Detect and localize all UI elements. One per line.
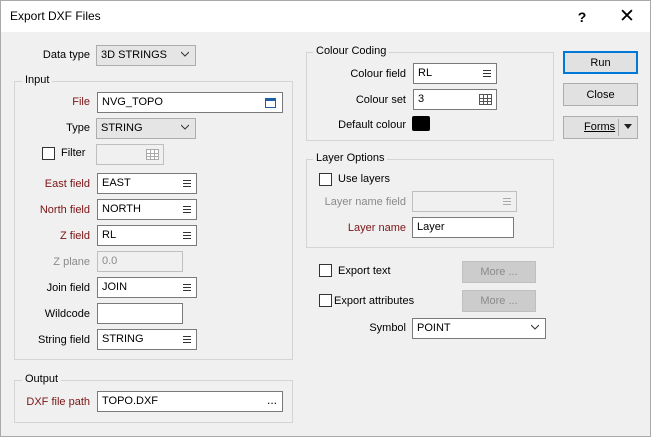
join-field-input[interactable]: JOIN bbox=[97, 277, 197, 298]
layer-name-field-input[interactable] bbox=[412, 191, 517, 212]
east-field-label: East field bbox=[44, 178, 90, 190]
list-menu-icon[interactable] bbox=[183, 179, 191, 188]
input-group-title: Input bbox=[22, 74, 53, 86]
symbol-select[interactable]: POINT bbox=[412, 318, 546, 339]
export-attributes-checkbox[interactable] bbox=[319, 294, 332, 307]
filter-input[interactable] bbox=[96, 144, 164, 165]
list-menu-icon[interactable] bbox=[503, 197, 511, 206]
string-field-value: STRING bbox=[102, 333, 144, 345]
z-field-value: RL bbox=[102, 229, 117, 241]
default-colour-label: Default colour bbox=[338, 119, 406, 131]
list-menu-icon[interactable] bbox=[183, 335, 191, 344]
forms-label: Forms bbox=[584, 121, 616, 133]
dxf-file-path-input[interactable]: TOPO.DXF ... bbox=[97, 391, 283, 412]
string-field-input[interactable]: STRING bbox=[97, 329, 197, 350]
layer-name-label: Layer name bbox=[347, 222, 406, 234]
z-field-label: Z field bbox=[60, 230, 90, 242]
colour-set-label: Colour set bbox=[355, 94, 406, 106]
close-button[interactable]: Close bbox=[563, 83, 638, 106]
data-type-select[interactable]: 3D STRINGS bbox=[96, 45, 196, 66]
type-label: Type bbox=[66, 122, 90, 134]
east-field-input[interactable]: EAST bbox=[97, 173, 197, 194]
type-select[interactable]: STRING bbox=[96, 118, 196, 139]
layer-name-input[interactable]: Layer bbox=[412, 217, 514, 238]
join-field-label: Join field bbox=[46, 282, 90, 294]
chevron-down-icon bbox=[181, 124, 189, 130]
browse-button[interactable]: ... bbox=[267, 393, 277, 407]
default-colour-swatch[interactable] bbox=[412, 116, 430, 131]
list-menu-icon[interactable] bbox=[183, 205, 191, 214]
layer-name-value: Layer bbox=[417, 221, 445, 233]
window-title: Export DXF Files bbox=[10, 9, 101, 23]
colour-set-table-icon[interactable] bbox=[479, 94, 492, 105]
file-label: File bbox=[72, 96, 90, 108]
chevron-down-icon bbox=[531, 324, 539, 330]
z-plane-input[interactable]: 0.0 bbox=[97, 251, 183, 272]
use-layers-label: Use layers bbox=[338, 173, 390, 185]
file-value: NVG_TOPO bbox=[102, 96, 163, 108]
filter-checkbox[interactable] bbox=[42, 147, 55, 160]
layer-options-group-title: Layer Options bbox=[313, 152, 388, 164]
export-text-more-button[interactable]: More ... bbox=[462, 261, 536, 283]
list-menu-icon[interactable] bbox=[183, 231, 191, 240]
split-divider bbox=[618, 119, 619, 136]
help-button[interactable]: ? bbox=[562, 1, 602, 32]
run-button[interactable]: Run bbox=[563, 51, 638, 74]
chevron-down-icon bbox=[181, 51, 189, 57]
z-plane-value: 0.0 bbox=[102, 255, 118, 267]
east-field-value: EAST bbox=[102, 177, 131, 189]
filter-label: Filter bbox=[61, 147, 86, 159]
wildcode-label: Wildcode bbox=[44, 308, 90, 320]
export-text-label: Export text bbox=[338, 265, 391, 277]
close-window-button[interactable]: ✕ bbox=[607, 1, 647, 32]
colour-set-value: 3 bbox=[418, 93, 425, 105]
layer-name-field-label: Layer name field bbox=[324, 196, 406, 208]
north-field-input[interactable]: NORTH bbox=[97, 199, 197, 220]
forms-button[interactable]: Forms bbox=[563, 116, 638, 139]
north-field-label: North field bbox=[39, 204, 90, 216]
export-attributes-label: Export attributes bbox=[334, 295, 415, 307]
symbol-label: Symbol bbox=[369, 322, 406, 334]
dxf-file-path-label: DXF file path bbox=[26, 396, 90, 408]
dropdown-arrow-icon[interactable] bbox=[624, 124, 632, 130]
symbol-value: POINT bbox=[417, 322, 451, 334]
output-group-title: Output bbox=[22, 373, 62, 385]
export-text-checkbox[interactable] bbox=[319, 264, 332, 277]
string-field-label: String field bbox=[38, 334, 90, 346]
export-dxf-dialog: Export DXF Files ? ✕ Data type 3D STRING… bbox=[0, 0, 651, 437]
data-type-label: Data type bbox=[42, 49, 90, 61]
export-attributes-more-button[interactable]: More ... bbox=[462, 290, 536, 312]
colour-set-input[interactable]: 3 bbox=[413, 89, 497, 110]
colour-coding-group-title: Colour Coding bbox=[313, 45, 390, 57]
colour-field-input[interactable]: RL bbox=[413, 63, 497, 84]
z-field-input[interactable]: RL bbox=[97, 225, 197, 246]
title-bar: Export DXF Files ? ✕ bbox=[1, 1, 650, 32]
list-menu-icon[interactable] bbox=[183, 283, 191, 292]
wildcode-input[interactable] bbox=[97, 303, 183, 324]
colour-field-label: Colour field bbox=[350, 68, 406, 80]
file-browse-icon[interactable] bbox=[265, 98, 276, 108]
z-plane-label: Z plane bbox=[53, 256, 90, 268]
filter-table-icon[interactable] bbox=[146, 149, 159, 160]
use-layers-checkbox[interactable] bbox=[319, 173, 332, 186]
type-value: STRING bbox=[101, 122, 143, 134]
data-type-value: 3D STRINGS bbox=[101, 49, 168, 61]
list-menu-icon[interactable] bbox=[483, 69, 491, 78]
dxf-file-path-value: TOPO.DXF bbox=[102, 395, 159, 407]
file-input[interactable]: NVG_TOPO bbox=[97, 92, 283, 113]
colour-field-value: RL bbox=[418, 67, 433, 79]
join-field-value: JOIN bbox=[102, 281, 128, 293]
north-field-value: NORTH bbox=[102, 203, 141, 215]
